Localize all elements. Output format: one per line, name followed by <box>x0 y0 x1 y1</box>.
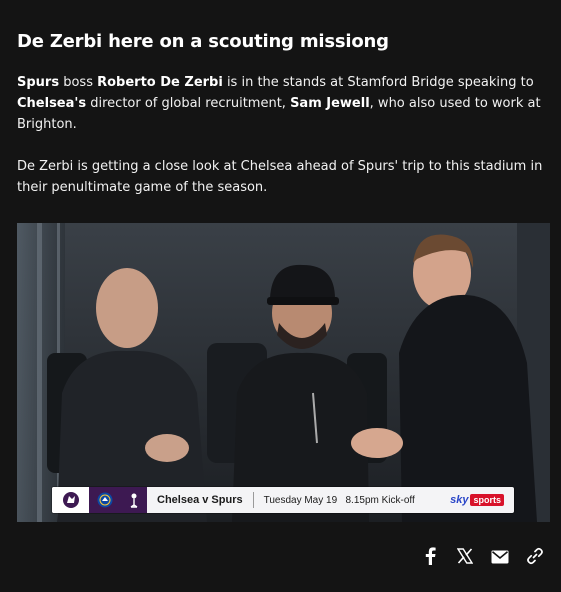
x-icon <box>456 548 474 568</box>
stadium-photo: Chelsea v Spurs Tuesday May 19 8.15pm Ki… <box>17 223 550 522</box>
share-x-button[interactable] <box>455 548 475 568</box>
share-email-button[interactable] <box>490 548 510 568</box>
sports-wordmark: sports <box>470 494 504 506</box>
sky-wordmark: sky <box>450 494 469 506</box>
email-icon <box>491 549 509 568</box>
share-bar <box>420 547 545 569</box>
spurs-crest-icon <box>128 492 140 508</box>
person-name-de-zerbi: Roberto De Zerbi <box>97 75 223 90</box>
stadium-photo-illustration <box>17 223 550 522</box>
chelsea-crest-icon <box>97 492 113 508</box>
facebook-icon <box>425 547 436 569</box>
share-copy-link-button[interactable] <box>525 547 545 569</box>
entry-headline: De Zerbi here on a scouting missiong <box>17 31 389 52</box>
sky-sports-logo: sky sports <box>450 487 514 513</box>
broadcast-banner: Chelsea v Spurs Tuesday May 19 8.15pm Ki… <box>52 487 514 513</box>
kickoff-label: Tuesday May 19 8.15pm Kick-off <box>263 494 415 506</box>
club-crests <box>89 487 147 513</box>
team-name-chelsea: Chelsea's <box>17 96 87 111</box>
person-name-jewell: Sam Jewell <box>290 96 370 111</box>
share-facebook-button[interactable] <box>420 547 440 569</box>
entry-paragraph-1: Spurs boss Roberto De Zerbi is in the st… <box>17 75 541 132</box>
link-icon <box>526 547 544 569</box>
live-blog-entry: De Zerbi here on a scouting missiong Spu… <box>0 0 561 592</box>
team-name-spurs: Spurs <box>17 75 60 90</box>
entry-paragraph-2: De Zerbi is getting a close look at Chel… <box>17 159 543 195</box>
fixture-label: Chelsea v Spurs <box>157 494 243 506</box>
premier-league-logo <box>52 487 89 513</box>
